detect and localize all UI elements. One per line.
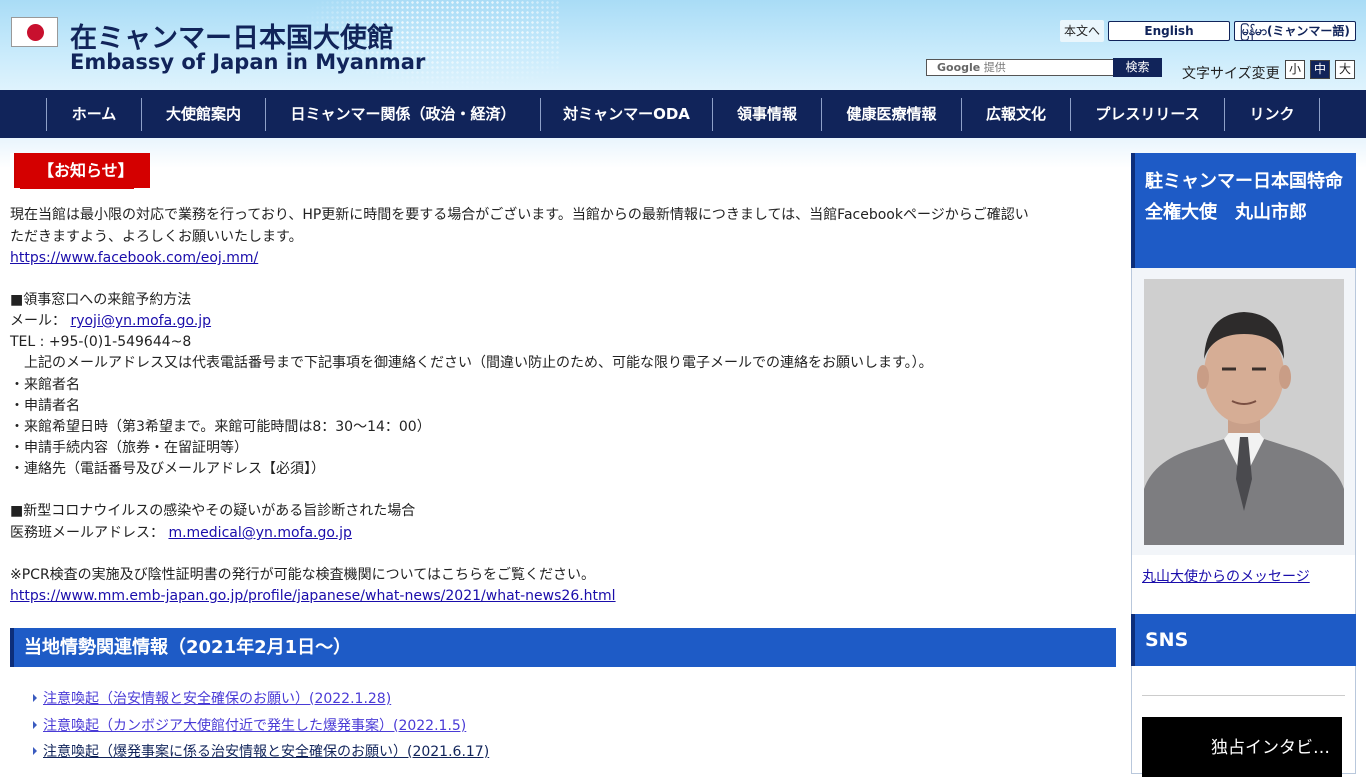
medical-mail-link[interactable]: m.medical@yn.mofa.go.jp	[168, 525, 351, 541]
ambassador-photo	[1144, 279, 1344, 545]
notice-heading: 【お知らせ】	[10, 153, 150, 189]
sns-title: SNS	[1131, 614, 1356, 666]
nav-item-embassy[interactable]: 大使館案内	[141, 98, 265, 131]
requirement-item: ・申請者名	[10, 398, 80, 414]
reservation-title: ■領事窓口への来館予約方法	[10, 292, 192, 308]
nav-item-home[interactable]: ホーム	[46, 98, 141, 131]
nav-item-relations[interactable]: 日ミャンマー関係（政治・経済）	[265, 98, 540, 131]
ambassador-message-link[interactable]: 丸山大使からのメッセージ	[1142, 569, 1310, 585]
search-button[interactable]: 検索	[1113, 58, 1162, 77]
news-link[interactable]: 注意喚起（治安情報と安全確保のお願い）(2022.1.28)	[43, 691, 391, 707]
font-size-small-button[interactable]: 小	[1285, 60, 1305, 79]
search-provided-label: 提供	[983, 61, 1006, 74]
notice-paragraph: 現在当館は最小限の対応で業務を行っており、HP更新に時間を要する場合がございます…	[10, 207, 1029, 223]
arrow-right-icon	[33, 721, 37, 729]
font-size-medium-button[interactable]: 中	[1310, 60, 1330, 79]
nav-item-press[interactable]: プレスリリース	[1070, 98, 1224, 131]
tel-line: TEL : +95-(0)1-549644~8	[10, 334, 192, 350]
mail-line: メール： ryoji@yn.mofa.go.jp	[10, 311, 211, 332]
nav-item-culture[interactable]: 広報文化	[961, 98, 1070, 131]
arrow-right-icon	[33, 694, 37, 702]
site-header: 在ミャンマー日本国大使館 Embassy of Japan in Myanmar…	[0, 0, 1366, 90]
language-english-button[interactable]: English	[1108, 21, 1230, 41]
news-item: 注意喚起（爆発事案に係る治安情報と安全確保のお願い）(2021.6.17)	[33, 742, 489, 762]
heading-accent	[10, 153, 14, 188]
requirement-item: ・連絡先（電話番号及びメールアドレス【必須】）	[10, 461, 325, 477]
instruction-line: 上記のメールアドレス又は代表電話番号まで下記事項を御連絡ください（間違い防止のた…	[10, 355, 933, 371]
consular-mail-link[interactable]: ryoji@yn.mofa.go.jp	[70, 313, 211, 329]
arrow-right-icon	[33, 747, 37, 755]
divider	[1142, 695, 1345, 696]
news-link[interactable]: 注意喚起（カンボジア大使館付近で発生した爆発事案）(2022.1.5)	[43, 718, 466, 734]
google-logo: Google	[937, 61, 981, 74]
nav-item-health[interactable]: 健康医療情報	[821, 98, 961, 131]
requirement-item: ・来館希望日時（第3希望まで。来館可能時間は8：30～14：00）	[10, 419, 431, 435]
flag-sun	[27, 24, 44, 41]
notice-paragraph-cont: ただきますよう、よろしくお願いいたします。	[10, 229, 303, 245]
font-size-large-button[interactable]: 大	[1335, 60, 1355, 79]
ambassador-portrait-illustration	[1144, 279, 1344, 545]
font-size-label: 文字サイズ変更	[1182, 66, 1280, 82]
requirement-item: ・申請手続内容（旅券・在留証明等）	[10, 440, 248, 456]
notice-heading-text: 【お知らせ】	[20, 153, 134, 189]
global-nav: ホーム 大使館案内 日ミャンマー関係（政治・経済） 対ミャンマーODA 領事情報…	[0, 90, 1366, 138]
news-item: 注意喚起（カンボジア大使館付近で発生した爆発事案）(2022.1.5)	[33, 716, 466, 736]
facebook-link[interactable]: https://www.facebook.com/eoj.mm/	[10, 250, 258, 266]
pcr-link[interactable]: https://www.mm.emb-japan.go.jp/profile/j…	[10, 588, 616, 604]
medical-label: 医務班メールアドレス：	[10, 525, 164, 541]
covid-title: ■新型コロナウイルスの感染やその疑いがある旨診断された場合	[10, 503, 416, 519]
japan-flag-icon	[11, 17, 58, 47]
news-item: 注意喚起（治安情報と安全確保のお願い）(2022.1.28)	[33, 689, 391, 709]
medical-mail-line: 医務班メールアドレス： m.medical@yn.mofa.go.jp	[10, 523, 352, 544]
requirement-item: ・来館者名	[10, 377, 80, 393]
nav-item-consular[interactable]: 領事情報	[712, 98, 821, 131]
sns-video-thumbnail[interactable]: 独占インタビ…	[1142, 717, 1342, 777]
mail-label: メール：	[10, 313, 66, 329]
site-title-en[interactable]: Embassy of Japan in Myanmar	[70, 50, 425, 74]
news-link[interactable]: 注意喚起（爆発事案に係る治安情報と安全確保のお願い）(2021.6.17)	[43, 744, 489, 760]
skip-to-content-link[interactable]: 本文へ	[1060, 20, 1104, 42]
language-myanmar-button[interactable]: မြန်မာ(ミャンマー語)	[1234, 21, 1356, 41]
nav-item-links[interactable]: リンク	[1224, 98, 1320, 131]
situation-heading: 当地情勢関連情報（2021年2月1日～）	[10, 628, 1116, 667]
pcr-note: ※PCR検査の実施及び陰性証明書の発行が可能な検査機関についてはこちらをご覧くだ…	[10, 567, 595, 583]
nav-item-oda[interactable]: 対ミャンマーODA	[540, 98, 712, 131]
search-input[interactable]: Google 提供	[926, 59, 1118, 76]
ambassador-title: 駐ミャンマー日本国特命全権大使 丸山市郎	[1131, 153, 1356, 268]
